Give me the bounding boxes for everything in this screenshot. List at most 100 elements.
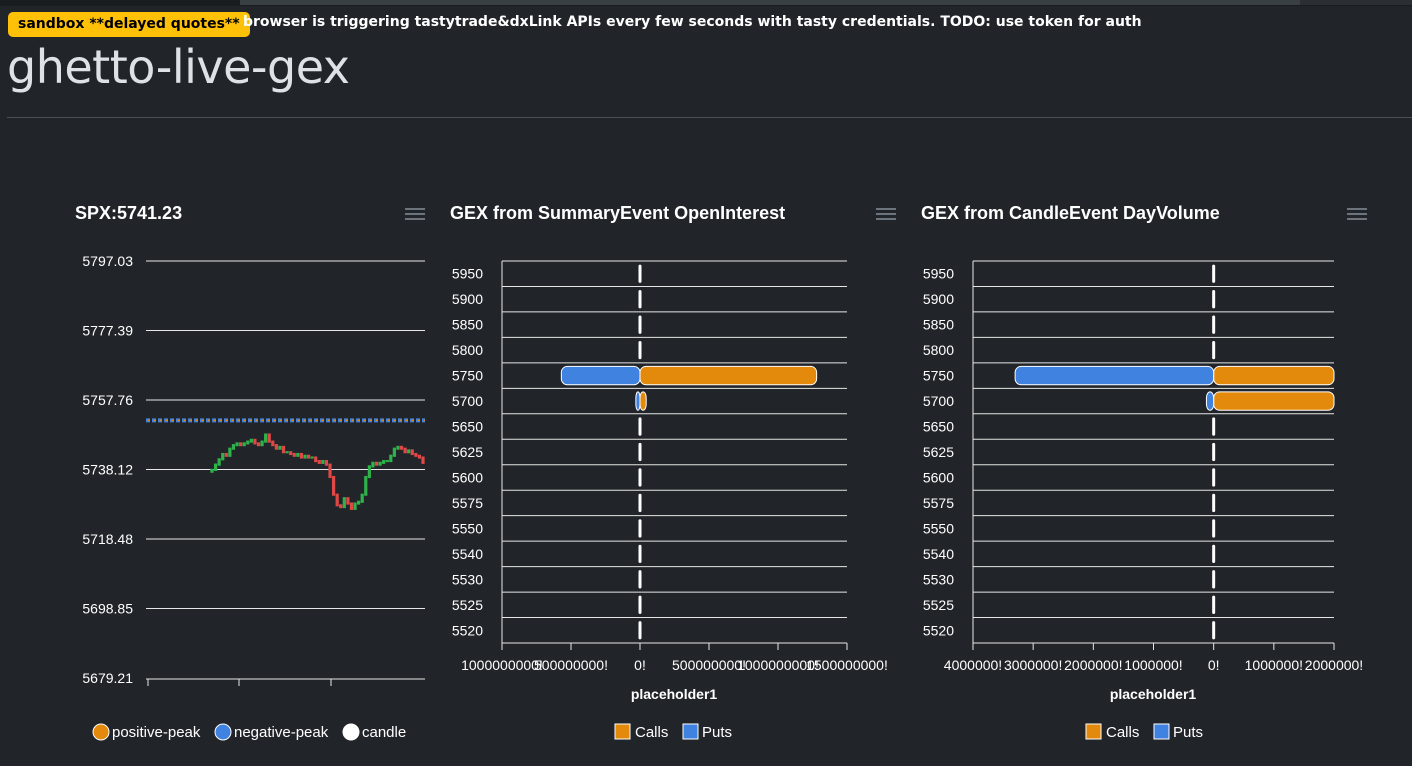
- bar-zero: [638, 519, 642, 538]
- candle: [278, 445, 282, 450]
- hamburger-menu-icon[interactable]: [1347, 208, 1367, 220]
- candle: [407, 449, 411, 454]
- y-tick-label: 5718.48: [82, 531, 133, 547]
- candle: [224, 452, 228, 457]
- legend-marker: [614, 723, 631, 740]
- bars: [560, 264, 818, 640]
- bar-calls: [639, 391, 647, 411]
- candle: [378, 461, 382, 466]
- bar-zero: [638, 264, 642, 283]
- y-category-label: 5800: [923, 342, 954, 358]
- x-tick-label: 1000000!: [1245, 657, 1303, 673]
- x-tick-label: 4000000!: [944, 657, 1002, 673]
- candle: [385, 460, 389, 463]
- legend-label: positive-peak: [112, 724, 201, 741]
- bar-zero: [638, 442, 642, 462]
- legend-item-puts[interactable]: Puts: [682, 723, 732, 741]
- y-category-label: 5625: [452, 444, 483, 460]
- x-tick-label: 1000000000!: [461, 657, 543, 673]
- y-category-label: 5650: [452, 419, 483, 435]
- bar-zero: [1212, 621, 1216, 640]
- candle: [285, 451, 289, 454]
- candle: [417, 454, 422, 459]
- y-category-label: 5700: [452, 393, 483, 409]
- candle: [239, 442, 243, 447]
- x-axis: [146, 678, 425, 686]
- bar-zero: [638, 417, 642, 436]
- bar-zero: [1212, 595, 1216, 614]
- bar-zero: [638, 290, 642, 309]
- x-tick-label: 1000000!: [1124, 657, 1182, 673]
- legend: positive-peak negative-peak candle: [92, 723, 406, 741]
- x-tick-label: 0!: [1208, 657, 1220, 673]
- legend-item-candle[interactable]: candle: [342, 723, 406, 741]
- bar-zero: [638, 621, 642, 640]
- bar-zero: [1212, 290, 1216, 309]
- candle: [346, 497, 350, 505]
- candle: [306, 454, 311, 459]
- candle: [367, 465, 371, 479]
- candle: [382, 460, 386, 464]
- gex-dayvolume-chart: GEX from CandleEvent DayVolume 595059005…: [921, 203, 1367, 741]
- hamburger-menu-icon[interactable]: [405, 208, 425, 220]
- y-tick-label: 5797.03: [82, 253, 133, 269]
- legend-item-calls[interactable]: Calls: [614, 723, 668, 741]
- legend-label: Puts: [702, 724, 732, 741]
- y-category-label: 5550: [923, 520, 954, 536]
- y-tick-label: 5777.39: [82, 323, 133, 339]
- chart-title: SPX:5741.23: [75, 203, 182, 223]
- bar-zero: [638, 315, 642, 334]
- candle: [289, 451, 293, 456]
- x-tick-label: 2000000!: [1064, 657, 1122, 673]
- candle: [389, 454, 393, 463]
- candle: [310, 456, 314, 459]
- y-category-label: 5950: [452, 266, 483, 282]
- bar-puts: [1205, 391, 1215, 411]
- legend-item-negative-peak[interactable]: negative-peak: [214, 723, 329, 741]
- legend-marker: [682, 723, 699, 740]
- bar-calls: [1213, 365, 1335, 386]
- y-category-label: 5525: [452, 597, 483, 613]
- candle: [342, 497, 346, 509]
- candle: [328, 463, 332, 479]
- candle: [249, 438, 253, 443]
- y-category-label: 5850: [452, 317, 483, 333]
- legend-item-puts[interactable]: Puts: [1153, 723, 1203, 741]
- bar-zero: [1212, 264, 1216, 283]
- candle: [349, 502, 354, 510]
- y-category-label: 5520: [452, 622, 483, 638]
- candle: [242, 442, 246, 447]
- candle: [353, 502, 357, 510]
- legend-label: negative-peak: [234, 724, 329, 741]
- candle: [260, 440, 264, 447]
- y-tick-label: 5738.12: [82, 462, 133, 478]
- bar-zero: [638, 570, 642, 589]
- candle: [231, 444, 236, 450]
- candle: [392, 447, 396, 457]
- y-tick-label: 5757.76: [82, 392, 133, 408]
- y-category-label: 5625: [923, 444, 954, 460]
- y-category-label: 5750: [452, 368, 483, 384]
- hamburger-menu-icon[interactable]: [876, 208, 896, 220]
- candle: [421, 456, 425, 464]
- x-axis-ticks: 4000000! 3000000! 2000000! 1000000! 0! 100000…: [944, 657, 1363, 673]
- bar-puts: [635, 391, 641, 411]
- x-axis-title: placeholder1: [1110, 686, 1197, 702]
- bar-zero: [1212, 493, 1216, 513]
- candle: [331, 475, 336, 496]
- legend-item-positive-peak[interactable]: positive-peak: [92, 723, 201, 741]
- legend-label: Calls: [635, 724, 668, 741]
- legend-marker: [1153, 723, 1170, 740]
- candle: [299, 452, 304, 459]
- bar-calls: [1213, 391, 1335, 411]
- y-category-label: 5530: [923, 571, 954, 587]
- y-tick-label: 5698.85: [82, 601, 133, 617]
- candle: [371, 461, 375, 468]
- bar-zero: [638, 468, 642, 487]
- y-category-label: 5600: [923, 469, 954, 485]
- candles: [210, 433, 425, 510]
- chart-title: GEX from SummaryEvent OpenInterest: [450, 203, 785, 223]
- legend-item-calls[interactable]: Calls: [1085, 723, 1139, 741]
- candle: [339, 504, 343, 509]
- candle: [253, 438, 257, 445]
